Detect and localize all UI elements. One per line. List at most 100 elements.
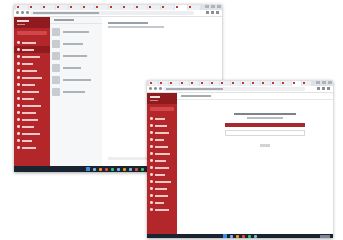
form-input[interactable] xyxy=(225,130,305,136)
conversation-row[interactable] xyxy=(52,27,100,36)
folder-icon xyxy=(17,97,20,100)
sidebar-item[interactable] xyxy=(14,81,50,88)
sidebar-item-active[interactable] xyxy=(14,46,50,53)
sidebar-item[interactable] xyxy=(14,130,50,137)
sidebar-item[interactable] xyxy=(147,150,177,157)
form-header-bar xyxy=(225,123,305,127)
conversation-row[interactable] xyxy=(52,51,100,60)
start-icon[interactable] xyxy=(223,234,227,238)
sidebar-item[interactable] xyxy=(147,143,177,150)
reload-icon[interactable] xyxy=(26,11,29,14)
close-icon[interactable] xyxy=(217,5,221,8)
folder-icon xyxy=(17,118,20,121)
taskbar-app-icon[interactable] xyxy=(117,167,120,171)
submit-button[interactable] xyxy=(260,144,270,147)
taskbar-app-icon[interactable] xyxy=(254,234,257,238)
taskbar-app-icon[interactable] xyxy=(248,234,251,238)
folder-icon xyxy=(17,62,20,65)
window-controls xyxy=(314,81,332,85)
sidebar-item[interactable] xyxy=(147,129,177,136)
taskbar-app-icon[interactable] xyxy=(111,167,114,171)
reload-icon[interactable] xyxy=(159,87,162,90)
folder-icon xyxy=(17,48,20,51)
app-logo xyxy=(147,93,177,104)
sidebar-item[interactable] xyxy=(14,123,50,130)
sidebar-item[interactable] xyxy=(14,116,50,123)
sidebar-item[interactable] xyxy=(147,192,177,199)
sidebar-item[interactable] xyxy=(14,102,50,109)
maximize-icon[interactable] xyxy=(322,81,326,84)
mail-sidebar xyxy=(147,93,177,234)
message-subject xyxy=(108,22,148,24)
sidebar-item[interactable] xyxy=(14,74,50,81)
back-icon[interactable] xyxy=(149,87,152,90)
sidebar-item[interactable] xyxy=(147,122,177,129)
list-header xyxy=(50,17,102,24)
taskbar-app-icon[interactable] xyxy=(230,234,233,238)
folder-icon xyxy=(150,187,153,190)
taskbar-app-icon[interactable] xyxy=(135,167,138,171)
url-field[interactable] xyxy=(30,11,194,15)
taskbar-app-icon[interactable] xyxy=(129,167,132,171)
address-bar xyxy=(14,10,222,17)
sidebar-item[interactable] xyxy=(14,60,50,67)
sidebar-item[interactable] xyxy=(14,39,50,46)
mail-app xyxy=(147,93,333,234)
sidebar-item[interactable] xyxy=(147,115,177,122)
sidebar-item[interactable] xyxy=(147,185,177,192)
close-icon[interactable] xyxy=(328,81,332,84)
extension-icon[interactable] xyxy=(206,11,209,14)
extension-icon[interactable] xyxy=(317,87,320,90)
taskbar xyxy=(147,234,333,238)
sidebar-item[interactable] xyxy=(14,137,50,144)
taskbar-app-icon[interactable] xyxy=(99,167,102,171)
sidebar-item[interactable] xyxy=(14,53,50,60)
sidebar-item[interactable] xyxy=(147,178,177,185)
folder-icon xyxy=(150,145,153,148)
sidebar-item[interactable] xyxy=(14,144,50,151)
mail-sidebar xyxy=(14,17,50,166)
avatar xyxy=(52,27,60,36)
conversation-list xyxy=(50,17,103,166)
taskbar-app-icon[interactable] xyxy=(141,167,144,171)
avatar xyxy=(52,39,60,48)
extension-icon[interactable] xyxy=(322,87,325,90)
sidebar-item[interactable] xyxy=(14,67,50,74)
extension-icon[interactable] xyxy=(211,11,214,14)
address-bar xyxy=(147,86,333,93)
conversation-row[interactable] xyxy=(52,87,100,96)
taskbar-app-icon[interactable] xyxy=(93,167,96,171)
compose-button[interactable] xyxy=(17,31,47,35)
sidebar-item[interactable] xyxy=(147,171,177,178)
taskbar-app-icon[interactable] xyxy=(123,167,126,171)
taskbar-app-icon[interactable] xyxy=(105,167,108,171)
nav-buttons xyxy=(149,87,162,90)
sidebar-item[interactable] xyxy=(147,199,177,206)
minimize-icon[interactable] xyxy=(205,5,209,8)
folder-icon xyxy=(17,83,20,86)
minimize-icon[interactable] xyxy=(316,81,320,84)
form-subtitle xyxy=(247,117,283,119)
forward-icon[interactable] xyxy=(21,11,24,14)
conversation-row[interactable] xyxy=(52,63,100,72)
maximize-icon[interactable] xyxy=(211,5,215,8)
back-icon[interactable] xyxy=(16,11,19,14)
profile-icon[interactable] xyxy=(216,11,219,14)
profile-icon[interactable] xyxy=(327,87,330,90)
conversation-row[interactable] xyxy=(52,75,100,84)
sidebar-item[interactable] xyxy=(14,88,50,95)
sidebar-item[interactable] xyxy=(14,109,50,116)
sidebar-item[interactable] xyxy=(14,95,50,102)
compose-button[interactable] xyxy=(150,107,174,111)
taskbar-app-icon[interactable] xyxy=(242,234,245,238)
sidebar-item[interactable] xyxy=(147,164,177,171)
sidebar-item[interactable] xyxy=(147,206,177,213)
forward-icon[interactable] xyxy=(154,87,157,90)
sidebar-item[interactable] xyxy=(147,136,177,143)
taskbar-app-icon[interactable] xyxy=(236,234,239,238)
conversation-row[interactable] xyxy=(52,39,100,48)
start-icon[interactable] xyxy=(86,167,90,171)
sidebar-item[interactable] xyxy=(147,157,177,164)
url-field[interactable] xyxy=(163,87,305,91)
folder-icon xyxy=(17,76,20,79)
